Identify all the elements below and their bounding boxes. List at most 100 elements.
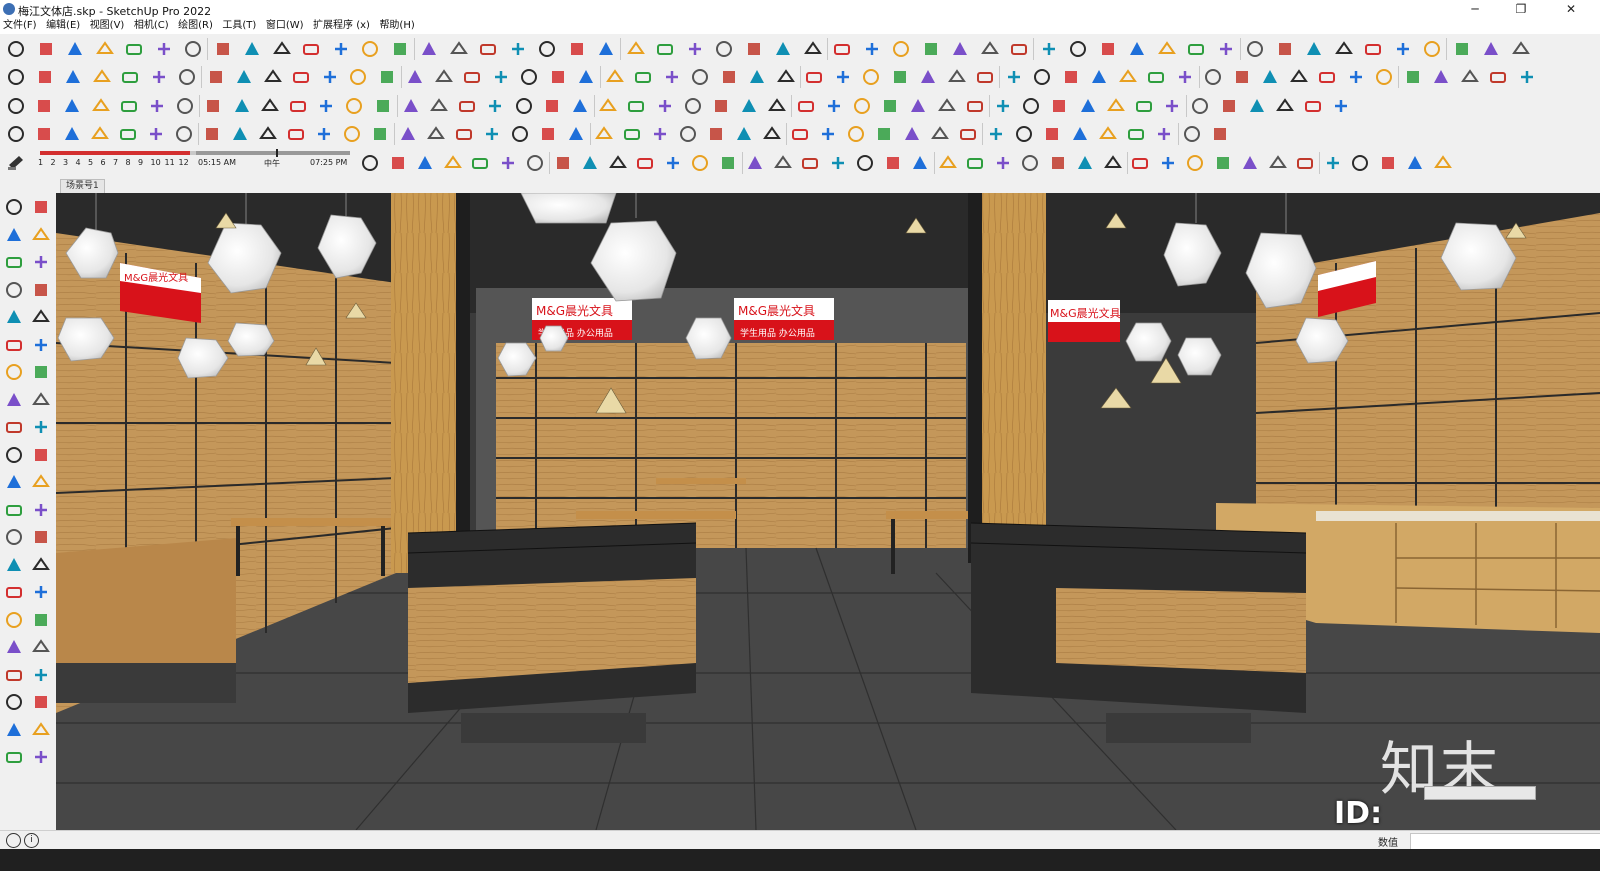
restore-button[interactable]: ❐ [1498,0,1544,18]
row3-tool-13-icon[interactable] [344,96,364,116]
row4-tool-1-icon[interactable] [6,124,26,144]
row1-tool-22-icon[interactable] [626,39,646,59]
row5-tool-23-icon[interactable] [965,153,985,173]
close-button[interactable]: ✕ [1548,0,1594,18]
row3-tool-29-icon[interactable] [796,96,816,116]
row4-tool-20-icon[interactable] [538,124,558,144]
row2-tool-31-icon[interactable] [861,67,881,87]
row1-tool-42-icon[interactable] [1216,39,1236,59]
left-tool-19-icon[interactable] [4,445,24,465]
left-tool-33-icon[interactable] [4,637,24,657]
row3-tool-41-icon[interactable] [1134,96,1154,116]
row1-tool-14-icon[interactable] [390,39,410,59]
row1-tool-34-icon[interactable] [980,39,1000,59]
row5-tool-39-icon[interactable] [1405,153,1425,173]
row3-tool-27-icon[interactable] [739,96,759,116]
row5-tool-4-icon[interactable] [443,153,463,173]
row2-tool-30-icon[interactable] [833,67,853,87]
row2-tool-24-icon[interactable] [662,67,682,87]
row2-tool-40-icon[interactable] [1118,67,1138,87]
row2-tool-43-icon[interactable] [1203,67,1223,87]
row3-tool-48-icon[interactable] [1331,96,1351,116]
row4-tool-8-icon[interactable] [202,124,222,144]
row1-tool-41-icon[interactable] [1186,39,1206,59]
row1-tool-46-icon[interactable] [1334,39,1354,59]
row3-tool-39-icon[interactable] [1078,96,1098,116]
row2-tool-22-icon[interactable] [605,67,625,87]
menu-file[interactable]: 文件(F) [0,18,40,34]
row5-tool-3-icon[interactable] [415,153,435,173]
row3-tool-36-icon[interactable] [993,96,1013,116]
left-tool-24-icon[interactable] [31,500,51,520]
menu-view[interactable]: 视图(V) [87,18,128,34]
row4-tool-7-icon[interactable] [174,124,194,144]
row3-tool-2-icon[interactable] [34,96,54,116]
row5-tool-17-icon[interactable] [800,153,820,173]
row5-tool-16-icon[interactable] [773,153,793,173]
geo-location-icon[interactable] [6,833,21,848]
row1-tool-32-icon[interactable] [921,39,941,59]
row2-tool-12-icon[interactable] [320,67,340,87]
left-tool-31-icon[interactable] [4,610,24,630]
row4-tool-24-icon[interactable] [650,124,670,144]
row3-tool-45-icon[interactable] [1247,96,1267,116]
3d-viewport[interactable]: M&G晨光文具 学生用品 办公用品 M&G晨光文具 学生用品 办公用品 M&G晨… [56,193,1600,830]
row2-tool-39-icon[interactable] [1089,67,1109,87]
row3-tool-22-icon[interactable] [598,96,618,116]
row4-tool-31-icon[interactable] [846,124,866,144]
menu-tools[interactable]: 工具(T) [219,18,259,34]
menu-help[interactable]: 帮助(H) [376,18,417,34]
row4-tool-2-icon[interactable] [34,124,54,144]
row1-tool-33-icon[interactable] [950,39,970,59]
row2-tool-52-icon[interactable] [1460,67,1480,87]
row1-tool-37-icon[interactable] [1068,39,1088,59]
left-tool-34-icon[interactable] [31,637,51,657]
row2-tool-41-icon[interactable] [1146,67,1166,87]
row4-tool-4-icon[interactable] [90,124,110,144]
left-tool-12-icon[interactable] [31,335,51,355]
row5-tool-25-icon[interactable] [1020,153,1040,173]
row1-tool-26-icon[interactable] [744,39,764,59]
row1-tool-20-icon[interactable] [567,39,587,59]
row4-tool-41-icon[interactable] [1126,124,1146,144]
left-tool-14-icon[interactable] [31,362,51,382]
row4-tool-44-icon[interactable] [1210,124,1230,144]
left-tool-25-icon[interactable] [4,527,24,547]
row5-tool-31-icon[interactable] [1185,153,1205,173]
row1-tool-5-icon[interactable] [124,39,144,59]
row1-tool-17-icon[interactable] [478,39,498,59]
row5-tool-35-icon[interactable] [1295,153,1315,173]
row4-tool-10-icon[interactable] [258,124,278,144]
row2-tool-51-icon[interactable] [1431,67,1451,87]
left-tool-35-icon[interactable] [4,665,24,685]
row4-tool-18-icon[interactable] [482,124,502,144]
left-tool-37-icon[interactable] [4,692,24,712]
row3-tool-32-icon[interactable] [880,96,900,116]
row2-tool-20-icon[interactable] [548,67,568,87]
row5-tool-9-icon[interactable] [580,153,600,173]
row2-tool-36-icon[interactable] [1004,67,1024,87]
row1-tool-16-icon[interactable] [449,39,469,59]
row1-tool-28-icon[interactable] [803,39,823,59]
shadow-settings-icon[interactable] [6,153,26,171]
row1-tool-43-icon[interactable] [1245,39,1265,59]
row1-tool-35-icon[interactable] [1009,39,1029,59]
left-tool-38-icon[interactable] [31,692,51,712]
row5-tool-18-icon[interactable] [828,153,848,173]
row2-tool-44-icon[interactable] [1232,67,1252,87]
row3-tool-5-icon[interactable] [119,96,139,116]
left-tool-15-icon[interactable] [4,390,24,410]
left-tool-11-icon[interactable] [4,335,24,355]
row3-tool-10-icon[interactable] [260,96,280,116]
row5-tool-22-icon[interactable] [938,153,958,173]
row2-tool-21-icon[interactable] [576,67,596,87]
row2-tool-26-icon[interactable] [719,67,739,87]
row2-tool-8-icon[interactable] [206,67,226,87]
row1-tool-40-icon[interactable] [1157,39,1177,59]
row2-tool-9-icon[interactable] [234,67,254,87]
row3-tool-17-icon[interactable] [457,96,477,116]
row2-tool-42-icon[interactable] [1175,67,1195,87]
row5-tool-21-icon[interactable] [910,153,930,173]
row3-tool-35-icon[interactable] [965,96,985,116]
row4-tool-27-icon[interactable] [734,124,754,144]
